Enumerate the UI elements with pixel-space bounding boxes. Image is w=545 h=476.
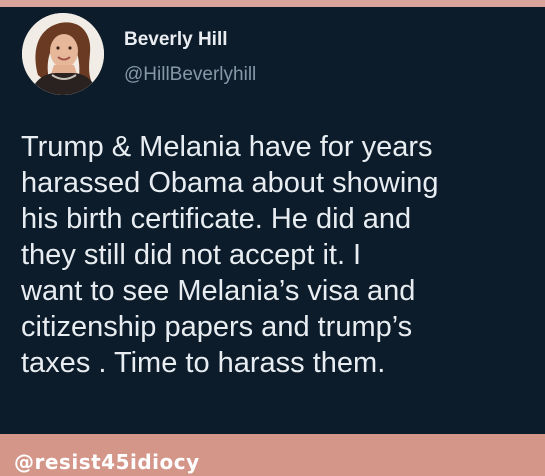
tweet-text-line: they still did not accept it. I xyxy=(21,239,362,271)
tweet-text-line: Trump & Melania have for years xyxy=(21,131,433,163)
tweet-text-line: citizenship papers and trump’s xyxy=(21,311,413,343)
profile-photo-icon xyxy=(22,13,104,95)
tweet-text-line: taxes . Time to harass them. xyxy=(21,347,386,379)
tweet-text: Trump & Melania have for years harassed … xyxy=(21,129,536,381)
tweet-text-line: want to see Melania’s visa and xyxy=(21,275,416,307)
avatar[interactable] xyxy=(22,13,104,95)
display-name[interactable]: Beverly Hill xyxy=(124,29,228,51)
watermark-text: @resist45idiocy xyxy=(14,450,200,474)
tweet-text-line: harassed Obama about showing xyxy=(21,167,439,199)
tweet-text-line: his birth certificate. He did and xyxy=(21,203,412,235)
footer-banner: @resist45idiocy xyxy=(0,434,545,476)
tweet-card: Beverly Hill @HillBeverlyhill Trump & Me… xyxy=(0,7,545,434)
top-strip xyxy=(0,0,545,7)
user-handle[interactable]: @HillBeverlyhill xyxy=(124,64,256,86)
